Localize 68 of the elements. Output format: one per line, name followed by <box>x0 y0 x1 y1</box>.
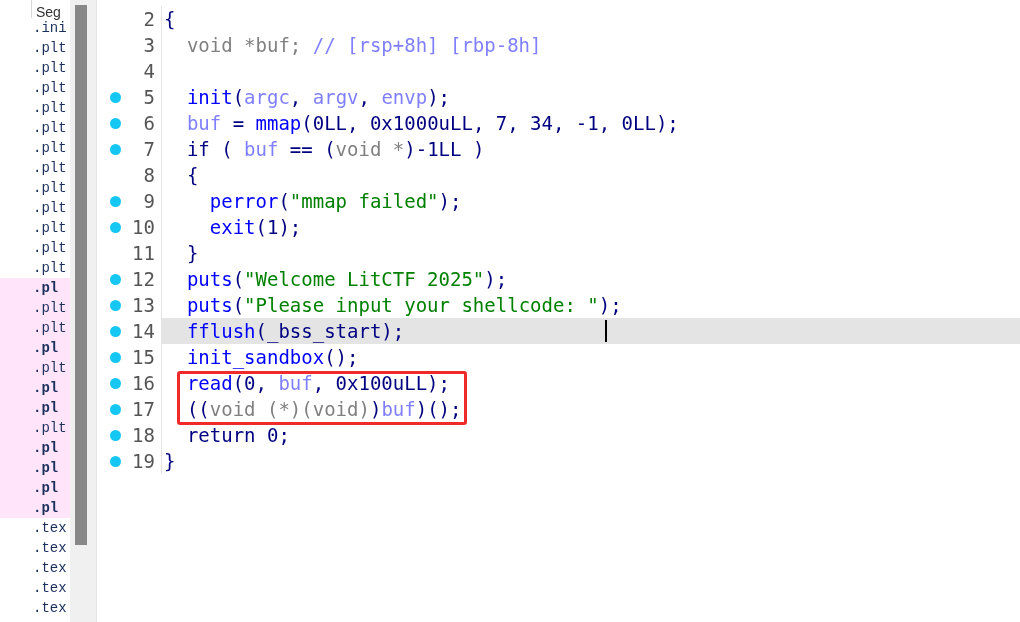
line-number: 3 <box>143 32 155 58</box>
code-text: init_sandbox(); <box>185 344 359 371</box>
segment-row[interactable]: .pl <box>0 378 70 398</box>
column-header: Seg <box>36 4 61 20</box>
line-number: 16 <box>132 370 155 396</box>
segment-row[interactable]: .plt <box>0 238 70 258</box>
line-number: 12 <box>132 266 155 292</box>
line-number: 6 <box>143 110 155 136</box>
segment-row[interactable]: .plt <box>0 58 70 78</box>
segment-row[interactable]: .pl <box>0 278 70 298</box>
segment-row[interactable]: .plt <box>0 258 70 278</box>
segment-row[interactable]: .plt <box>0 358 70 378</box>
segment-row[interactable]: .plt <box>0 418 70 438</box>
code-text: buf = mmap(0LL, 0x1000uLL, 7, 34, -1, 0LL); <box>185 110 679 136</box>
line-number: 8 <box>143 162 155 188</box>
segment-row[interactable]: .plt <box>0 218 70 238</box>
code-text: ((void (*)(void))buf)(); <box>185 396 462 422</box>
segment-row[interactable]: .plt <box>0 178 70 198</box>
segment-row[interactable]: .plt <box>0 118 70 138</box>
code-text: fflush(_bss_start); <box>185 318 405 345</box>
code-text: } <box>185 240 199 266</box>
line-number: 13 <box>132 292 155 318</box>
segment-row[interactable]: .plt <box>0 98 70 118</box>
segment-row[interactable]: .pl <box>0 498 70 518</box>
segment-row[interactable]: .pl <box>0 338 70 358</box>
line-number: 4 <box>143 58 155 84</box>
code-text: init(argc, argv, envp); <box>185 84 451 110</box>
line-number: 11 <box>132 240 155 266</box>
line-number: 5 <box>143 84 155 110</box>
segment-row[interactable]: .tex <box>0 598 70 618</box>
code-text: if ( buf == (void *)-1LL ) <box>185 136 485 162</box>
segment-row[interactable]: .plt <box>0 158 70 178</box>
line-number: 15 <box>132 344 155 370</box>
code-text: read(0, buf, 0x100uLL); <box>185 370 450 396</box>
segment-row[interactable]: .plt <box>0 298 70 318</box>
line-number: 9 <box>143 188 155 214</box>
line-number: 18 <box>132 422 155 448</box>
segment-row[interactable]: .tex <box>0 578 70 598</box>
code-text: { <box>164 6 176 32</box>
code-text: exit(1); <box>208 214 302 240</box>
line-number: 19 <box>132 448 155 474</box>
segment-row[interactable]: .plt <box>0 78 70 98</box>
line-number: 7 <box>143 136 155 162</box>
segment-row[interactable]: .plt <box>0 198 70 218</box>
code-text: void *buf; // [rsp+8h] [rbp-8h] <box>185 32 542 58</box>
segment-row[interactable]: .pl <box>0 458 70 478</box>
line-number: 10 <box>132 214 155 240</box>
segment-row[interactable]: .plt <box>0 318 70 338</box>
line-number: 2 <box>143 6 155 32</box>
scrollbar-thumb[interactable] <box>75 5 87 545</box>
code-text: perror("mmap failed"); <box>208 188 462 214</box>
code-text: { <box>185 162 199 188</box>
code-text: return 0; <box>185 422 290 448</box>
scrollbar[interactable] <box>70 0 96 622</box>
segment-row[interactable]: .tex <box>0 538 70 558</box>
segment-row[interactable]: .tex <box>0 558 70 578</box>
line-number: 17 <box>132 396 155 422</box>
code-text: puts("Please input your shellcode: "); <box>185 292 622 318</box>
segment-row[interactable]: .tex <box>0 518 70 538</box>
segment-row[interactable]: .plt <box>0 138 70 158</box>
segment-row[interactable]: .pl <box>0 438 70 458</box>
code-text: } <box>164 448 176 474</box>
code-text: puts("Welcome LitCTF 2025"); <box>185 266 508 292</box>
text-cursor <box>605 320 607 342</box>
segment-row[interactable]: .plt <box>0 38 70 58</box>
segment-row[interactable]: .pl <box>0 478 70 498</box>
segment-row[interactable]: .pl <box>0 398 70 418</box>
line-number: 14 <box>132 318 155 344</box>
